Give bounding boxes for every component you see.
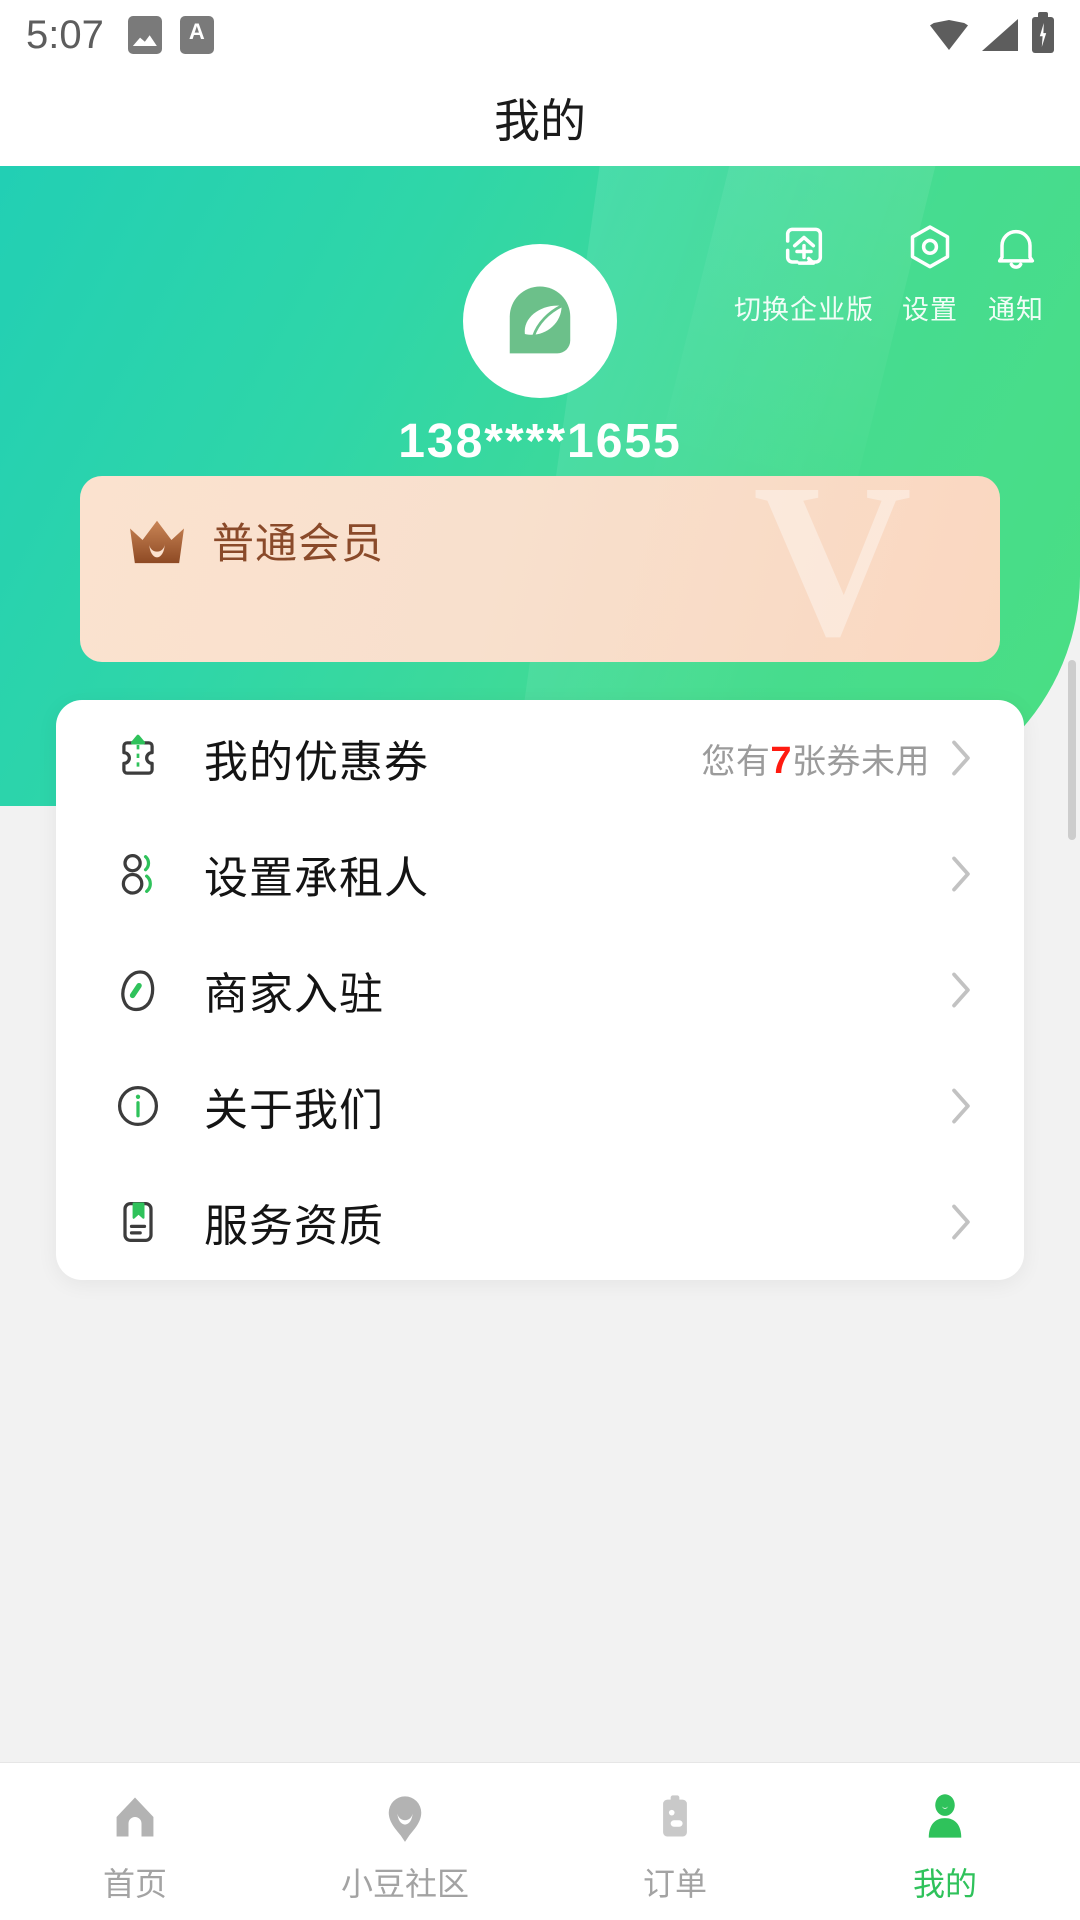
coupon-icon bbox=[108, 728, 168, 788]
gear-hexagon-icon bbox=[900, 218, 960, 278]
settings-button[interactable]: 设置 bbox=[900, 218, 960, 327]
menu-item-label: 设置承租人 bbox=[204, 854, 429, 903]
switch-enterprise-button[interactable]: 切换企业版 bbox=[734, 218, 874, 327]
coupon-note-suffix: 张券未用 bbox=[792, 742, 930, 781]
menu-item-coupons[interactable]: 我的优惠券 您有7张券未用 bbox=[56, 700, 1024, 816]
member-level: 普通会员 bbox=[212, 520, 385, 567]
menu-item-merchant[interactable]: 商家入驻 bbox=[56, 932, 1024, 1048]
app-a-icon: A bbox=[179, 16, 214, 54]
crown-icon bbox=[130, 520, 184, 563]
menu-item-right bbox=[950, 971, 972, 1009]
menu-item-about[interactable]: 关于我们 bbox=[56, 1048, 1024, 1164]
notifications-button[interactable]: 通知 bbox=[986, 218, 1046, 327]
bottom-tab-bar: 首页 小豆社区 订单 我的 bbox=[0, 1762, 1080, 1920]
phone-number: 138****1655 bbox=[398, 415, 682, 468]
member-card[interactable]: V 普通会员 bbox=[80, 476, 1000, 662]
tab-label: 我的 bbox=[912, 1866, 977, 1902]
member-watermark: V bbox=[753, 476, 912, 662]
hero-action-row: 切换企业版 设置 通知 bbox=[734, 218, 1046, 327]
person-icon bbox=[917, 1789, 973, 1845]
tab-community[interactable]: 小豆社区 bbox=[270, 1763, 540, 1905]
community-bubble-icon bbox=[377, 1789, 433, 1845]
bell-icon bbox=[986, 218, 1046, 278]
tab-home[interactable]: 首页 bbox=[0, 1763, 270, 1905]
menu-item-label: 我的优惠券 bbox=[204, 738, 429, 787]
orders-clipboard-icon bbox=[647, 1789, 703, 1845]
tenants-icon bbox=[108, 844, 168, 904]
menu-item-right bbox=[950, 1087, 972, 1125]
switch-enterprise-label: 切换企业版 bbox=[734, 295, 874, 325]
enterprise-switch-icon bbox=[774, 218, 834, 278]
home-icon bbox=[107, 1789, 163, 1845]
coupon-note: 您有7张券未用 bbox=[701, 734, 930, 783]
menu-card: 我的优惠券 您有7张券未用 设置承租人 商家入驻 关于我们 服务资质 bbox=[56, 700, 1024, 1280]
certificate-icon bbox=[108, 1192, 168, 1252]
coupon-count: 7 bbox=[770, 739, 792, 782]
leaf-logo-avatar bbox=[509, 286, 571, 354]
tab-label: 首页 bbox=[102, 1866, 167, 1902]
page-title-bar: 我的 bbox=[0, 70, 1080, 166]
member-row: 普通会员 bbox=[126, 510, 384, 571]
tab-label: 订单 bbox=[642, 1866, 707, 1902]
coupon-note-prefix: 您有 bbox=[701, 742, 771, 781]
menu-item-tenants[interactable]: 设置承租人 bbox=[56, 816, 1024, 932]
avatar[interactable] bbox=[463, 244, 617, 398]
menu-item-label: 关于我们 bbox=[204, 1086, 384, 1135]
menu-item-right bbox=[950, 855, 972, 893]
wifi-icon bbox=[930, 20, 968, 50]
image-icon bbox=[127, 16, 162, 54]
status-bar: 5:07 A bbox=[0, 0, 1080, 70]
settings-label: 设置 bbox=[902, 295, 958, 325]
chevron-right-icon bbox=[952, 972, 970, 1008]
tab-orders[interactable]: 订单 bbox=[540, 1763, 810, 1905]
menu-item-right bbox=[950, 1203, 972, 1241]
scrollbar[interactable] bbox=[1068, 660, 1076, 840]
chevron-right-icon bbox=[952, 856, 970, 892]
menu-item-qualifications[interactable]: 服务资质 bbox=[56, 1164, 1024, 1280]
chevron-right-icon bbox=[952, 740, 970, 776]
page-title: 我的 bbox=[494, 95, 586, 147]
menu-item-right: 您有7张券未用 bbox=[701, 734, 972, 783]
status-time: 5:07 bbox=[26, 12, 104, 57]
battery-charging-icon bbox=[1032, 12, 1054, 53]
info-circle-icon bbox=[108, 1076, 168, 1136]
tab-label: 小豆社区 bbox=[340, 1866, 469, 1902]
status-right-icons bbox=[930, 12, 1054, 53]
chevron-right-icon bbox=[952, 1204, 970, 1240]
tab-mine[interactable]: 我的 bbox=[810, 1763, 1080, 1905]
signal-icon bbox=[982, 19, 1018, 51]
chevron-right-icon bbox=[952, 1088, 970, 1124]
merchant-tag-icon bbox=[108, 960, 168, 1020]
menu-item-label: 服务资质 bbox=[204, 1202, 384, 1251]
menu-item-label: 商家入驻 bbox=[204, 970, 384, 1019]
status-left-icons: A bbox=[127, 16, 214, 54]
notifications-label: 通知 bbox=[988, 295, 1044, 325]
